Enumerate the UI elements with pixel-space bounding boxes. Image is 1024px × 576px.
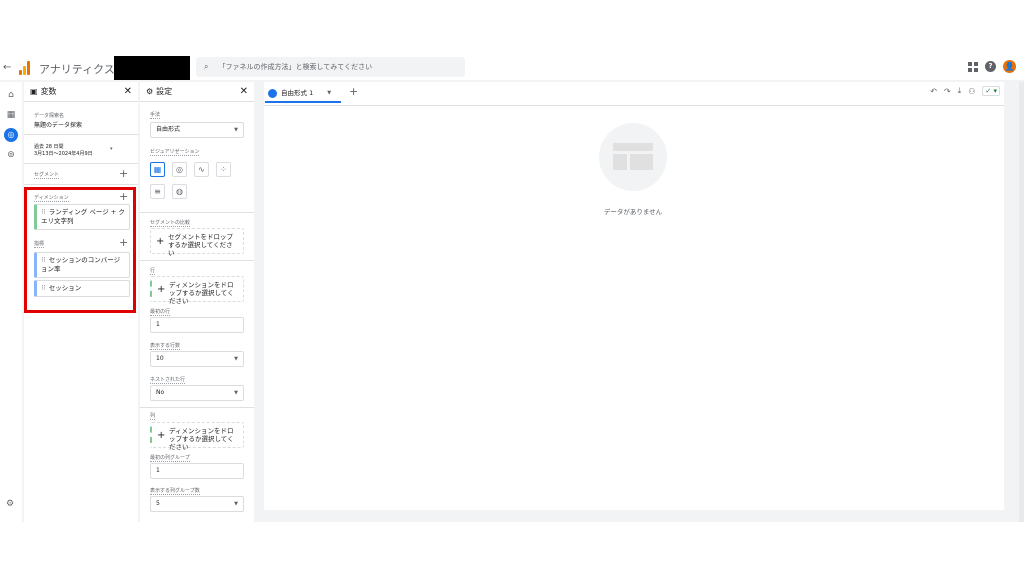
- segment-compare-label: セグメントの比較: [150, 220, 191, 227]
- chevron-down-icon: ▼: [234, 390, 238, 396]
- tab-freeform-1[interactable]: 自由形式 1 ▼: [268, 86, 331, 100]
- divider: [140, 407, 254, 408]
- settings-title: 設定: [156, 87, 173, 96]
- home-icon[interactable]: ⌂: [6, 90, 16, 100]
- apps-grid-icon[interactable]: [968, 61, 978, 72]
- help-icon[interactable]: ?: [985, 61, 996, 72]
- settings-panel: ⚙ 設定 ✕ 手法 自由形式 ▼ ビジュアリゼーション セグメントの比較 + セグメン…: [140, 82, 254, 522]
- empty-state-text: データがありません: [603, 208, 663, 216]
- scatter-viz-icon[interactable]: ⁘: [216, 162, 231, 177]
- show-col-groups-label: 表示する列グループ数: [150, 488, 200, 495]
- divider: [24, 134, 138, 135]
- download-icon[interactable]: ⤓: [958, 86, 962, 96]
- rows-drop-zone[interactable]: + ディメンションをドロップするか選択してください: [150, 276, 244, 305]
- geo-map-viz-icon[interactable]: ◍: [172, 184, 187, 199]
- columns-drop-text: ディメンションをドロップするか選択してください: [169, 427, 234, 451]
- visualization-label: ビジュアリゼーション: [150, 149, 200, 156]
- nested-rows-select[interactable]: No ▼: [150, 385, 244, 401]
- app-title: アナリティクス: [39, 63, 115, 76]
- columns-drop-zone[interactable]: + ディメンションをドロップするか選択してください: [150, 422, 244, 451]
- share-user-icon[interactable]: ⚇: [968, 87, 975, 96]
- chevron-down-icon: ▼: [234, 356, 238, 362]
- search-placeholder: 「ファネルの作成方法」と検索してみてください: [218, 63, 373, 71]
- settings-header: ⚙ 設定 ✕: [140, 82, 254, 102]
- close-icon[interactable]: ✕: [124, 82, 132, 102]
- technique-label: 手法: [150, 112, 161, 119]
- show-rows-value: 10: [156, 355, 164, 362]
- settings-icon: ⚙: [146, 87, 154, 96]
- analytics-logo-icon: [18, 61, 32, 75]
- check-status-icon[interactable]: ✓ ▾: [982, 86, 1000, 96]
- divider: [140, 260, 254, 261]
- date-range[interactable]: 3月13日～2024年4月9日: [34, 150, 93, 157]
- nested-rows-value: No: [156, 389, 165, 396]
- segment-drop-text: セグメントをドロップするか選択してください: [168, 233, 233, 257]
- add-segment-plus-icon[interactable]: +: [119, 168, 128, 179]
- show-col-groups-select[interactable]: 5 ▼: [150, 496, 244, 512]
- segment-drop-zone[interactable]: + セグメントをドロップするか選択してください: [150, 228, 244, 257]
- tab-label: 自由形式 1: [281, 89, 314, 97]
- close-icon[interactable]: ✕: [240, 82, 248, 102]
- search-icon: ⌕: [204, 62, 209, 71]
- donut-viz-icon[interactable]: ◎: [172, 162, 187, 177]
- divider: [140, 212, 254, 213]
- exploration-name[interactable]: 無題のデータ探索: [34, 120, 82, 129]
- nested-rows-label: ネストされた行: [150, 377, 186, 384]
- plus-icon: +: [157, 284, 166, 295]
- redo-icon[interactable]: ↷: [944, 87, 951, 96]
- divider: [24, 163, 138, 164]
- technique-value: 自由形式: [156, 126, 181, 133]
- variables-header: ▣ 変数 ✕: [24, 82, 138, 102]
- edit-pencil-icon: [268, 88, 277, 98]
- segments-label: セグメント: [34, 172, 60, 179]
- variables-icon: ▣: [30, 87, 38, 96]
- rows-label: 行: [150, 268, 156, 275]
- add-tab-button[interactable]: +: [349, 85, 358, 98]
- tab-active-indicator: [265, 101, 341, 103]
- settings-gear-icon[interactable]: ⚙: [6, 499, 14, 509]
- plus-icon: +: [156, 236, 165, 247]
- chevron-down-icon: ▼: [234, 501, 238, 507]
- start-col-group-input[interactable]: 1: [150, 463, 244, 479]
- chevron-down-icon[interactable]: ▼: [327, 86, 331, 100]
- show-rows-label: 表示する行数: [150, 343, 181, 350]
- date-dropdown-icon[interactable]: ▾: [110, 146, 113, 152]
- back-arrow-icon[interactable]: ←: [3, 62, 11, 73]
- left-nav: ⌂ ▦ ◎ ⊚: [0, 82, 22, 522]
- scrollbar[interactable]: [1019, 82, 1024, 522]
- start-col-group-value: 1: [156, 467, 160, 474]
- advertising-icon[interactable]: ⊚: [6, 150, 16, 160]
- bar-viz-icon[interactable]: ≡: [150, 184, 165, 199]
- rows-drop-text: ディメンションをドロップするか選択してください: [169, 281, 234, 305]
- top-right-icons: ? 👤: [968, 60, 1016, 73]
- canvas-divider: [264, 105, 1004, 106]
- date-label[interactable]: 過去 28 日間: [34, 143, 64, 150]
- canvas-toolbar: ↶ ↷ ⤓ ⚇ ✓ ▾: [930, 86, 1000, 96]
- show-rows-select[interactable]: 10 ▼: [150, 351, 244, 367]
- start-row-value: 1: [156, 321, 160, 328]
- explore-icon[interactable]: ◎: [4, 128, 18, 142]
- reports-icon[interactable]: ▦: [6, 110, 16, 120]
- search-input[interactable]: ⌕ 「ファネルの作成方法」と検索してみてください: [196, 57, 465, 77]
- start-row-input[interactable]: 1: [150, 317, 244, 333]
- line-viz-icon[interactable]: ∿: [194, 162, 209, 177]
- columns-label: 列: [150, 413, 156, 420]
- undo-icon[interactable]: ↶: [930, 87, 937, 96]
- technique-select[interactable]: 自由形式 ▼: [150, 122, 244, 138]
- table-viz-icon[interactable]: ▦: [150, 162, 165, 177]
- divider: [24, 184, 138, 185]
- show-col-groups-value: 5: [156, 500, 160, 507]
- start-row-label: 最初の行: [150, 309, 171, 316]
- highlight-box: [24, 187, 136, 313]
- redacted-account-selector[interactable]: [114, 56, 190, 80]
- empty-table-illustration-icon: [599, 123, 667, 191]
- start-col-group-label: 最初の列グループ: [150, 455, 190, 462]
- exploration-name-label: データ探索名: [34, 113, 65, 119]
- account-avatar-icon[interactable]: 👤: [1003, 60, 1016, 73]
- plus-icon: +: [157, 430, 166, 441]
- chevron-down-icon: ▼: [234, 127, 238, 133]
- variables-title: 変数: [40, 87, 57, 96]
